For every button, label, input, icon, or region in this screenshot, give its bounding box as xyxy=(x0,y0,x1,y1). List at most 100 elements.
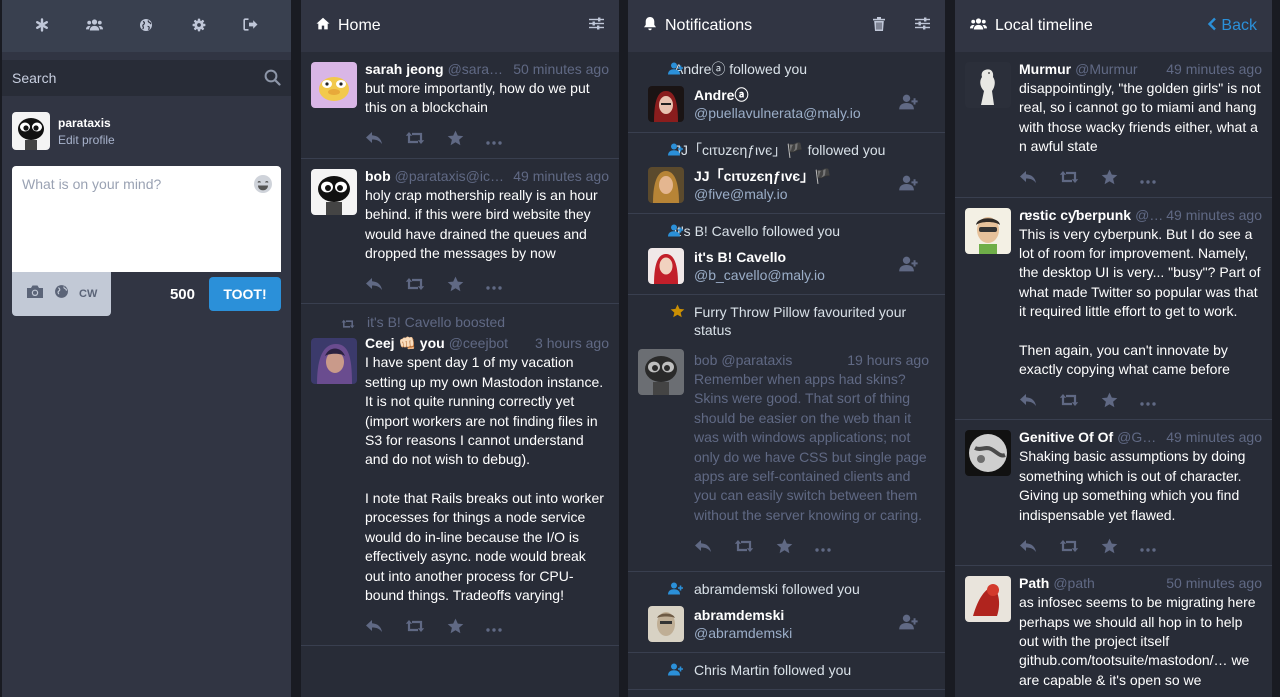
status-item[interactable]: Path @path 50 minutes ago as infosec see… xyxy=(955,566,1272,697)
favourite-icon[interactable] xyxy=(447,130,464,151)
users-icon[interactable] xyxy=(82,18,106,35)
status-item[interactable]: ɾɐstic cƴberpunk @c… 49 minutes ago This… xyxy=(955,198,1272,421)
more-icon[interactable] xyxy=(1140,539,1156,557)
status-item[interactable]: bob @parataxis@ico… 49 minutes ago holy … xyxy=(301,159,619,305)
notification-text[interactable]: Andreⓐ followed you xyxy=(674,61,807,77)
favourite-icon[interactable] xyxy=(776,538,793,559)
more-icon[interactable] xyxy=(1140,393,1156,411)
avatar[interactable] xyxy=(965,430,1011,477)
more-icon[interactable] xyxy=(1140,171,1156,189)
content-warning-toggle[interactable]: CW xyxy=(79,288,97,300)
status-item[interactable]: Ceej 👊🏻 you @ceejbot 3 hours ago I have … xyxy=(301,330,619,647)
avatar[interactable] xyxy=(638,349,684,395)
notification-text[interactable]: it's B! Cavello followed you xyxy=(674,223,840,239)
avatar[interactable] xyxy=(311,338,357,385)
toot-button[interactable]: TOOT! xyxy=(209,277,281,311)
status-item[interactable]: Genitive Of Of @Ge… 49 minutes ago Shaki… xyxy=(955,420,1272,567)
boost-icon[interactable] xyxy=(1059,393,1079,412)
status-timestamp[interactable]: 49 minutes ago xyxy=(513,167,609,185)
reply-icon[interactable] xyxy=(365,277,383,296)
compose-textarea[interactable] xyxy=(12,166,281,272)
status-timestamp[interactable]: 50 minutes ago xyxy=(513,60,609,78)
boost-icon[interactable] xyxy=(734,539,754,558)
account-display-name[interactable]: abramdemski xyxy=(694,606,792,624)
reply-icon[interactable] xyxy=(694,539,712,558)
avatar[interactable] xyxy=(311,62,357,108)
status-handle[interactable]: @Murmur xyxy=(1075,60,1162,78)
camera-icon[interactable] xyxy=(26,284,44,304)
reply-icon[interactable] xyxy=(1019,393,1037,412)
status-handle[interactable]: @sarah… xyxy=(448,60,510,78)
emoji-picker-icon[interactable] xyxy=(253,174,273,199)
status-display-name[interactable]: bob xyxy=(694,351,717,369)
account-handle[interactable]: @five@maly.io xyxy=(694,186,788,202)
reply-icon[interactable] xyxy=(1019,170,1037,189)
reply-icon[interactable] xyxy=(365,619,383,638)
back-button[interactable]: Back xyxy=(1207,17,1257,36)
avatar[interactable] xyxy=(648,248,684,284)
favourite-icon[interactable] xyxy=(1101,169,1118,190)
notification-follow[interactable]: abramdemski followed you abramdemski @ab… xyxy=(628,572,945,654)
follow-user-plus-icon[interactable] xyxy=(899,256,919,277)
account-card[interactable]: JJ「cιτυzєηƒιvє」🏴 @five@maly.io xyxy=(638,167,935,203)
account-display-name[interactable]: it's B! Cavello xyxy=(694,248,825,266)
notification-text[interactable]: JJ「cιτυzєηƒιvє」🏴 followed you xyxy=(674,142,885,158)
more-icon[interactable] xyxy=(486,277,502,295)
follow-user-plus-icon[interactable] xyxy=(899,94,919,115)
asterisk-icon[interactable] xyxy=(30,17,54,35)
more-icon[interactable] xyxy=(486,619,502,637)
more-icon[interactable] xyxy=(815,539,831,557)
status-timestamp[interactable]: 3 hours ago xyxy=(535,334,609,352)
status-item[interactable]: Murmur @Murmur 49 minutes ago disappoint… xyxy=(955,52,1272,198)
account-display-name[interactable]: Andreⓐ xyxy=(694,86,861,104)
status-display-name[interactable]: sarah jeong xyxy=(365,60,444,78)
notification-text[interactable]: abramdemski followed you xyxy=(694,581,860,597)
sign-out-icon[interactable] xyxy=(239,18,263,34)
account-handle[interactable]: @puellavulnerata@maly.io xyxy=(694,105,861,121)
boosted-by-label[interactable]: it's B! Cavello boosted xyxy=(367,314,505,330)
status-timestamp[interactable]: 49 minutes ago xyxy=(1166,206,1262,224)
follow-user-plus-icon[interactable] xyxy=(899,175,919,196)
status-timestamp[interactable]: 19 hours ago xyxy=(847,351,929,369)
boost-icon[interactable] xyxy=(405,277,425,296)
status-timestamp[interactable]: 49 minutes ago xyxy=(1166,428,1262,446)
status-handle[interactable]: @ceejbot xyxy=(449,334,531,352)
globe-icon[interactable] xyxy=(134,18,158,35)
avatar[interactable] xyxy=(965,62,1011,108)
favourited-status[interactable]: bob @parataxis 19 hours ago Remember whe… xyxy=(638,339,935,557)
avatar[interactable] xyxy=(965,576,1011,623)
status-display-name[interactable]: Ceej 👊🏻 you xyxy=(365,334,445,352)
trash-icon[interactable] xyxy=(873,16,885,36)
more-icon[interactable] xyxy=(486,132,502,150)
account-handle[interactable]: @b_cavello@maly.io xyxy=(694,267,825,283)
notification-follow[interactable]: it's B! Cavello followed you it's B! Cav… xyxy=(628,214,945,295)
edit-profile-link[interactable]: Edit profile xyxy=(58,133,115,147)
status-handle[interactable]: @parataxis@ico… xyxy=(395,167,510,185)
column-settings-icon[interactable] xyxy=(915,17,930,35)
status-display-name[interactable]: bob xyxy=(365,167,391,185)
favourite-icon[interactable] xyxy=(447,276,464,297)
notification-follow[interactable]: JJ「cιτυzєηƒιvє」🏴 followed you JJ「cιτυzєη… xyxy=(628,133,945,214)
avatar[interactable] xyxy=(311,168,357,215)
back-label[interactable]: Back xyxy=(1221,17,1257,35)
avatar[interactable] xyxy=(648,606,684,643)
notification-follow[interactable]: Chris Martin followed you xyxy=(628,653,945,691)
account-display-name[interactable]: JJ「cιτυzєηƒιvє」🏴 xyxy=(694,167,832,185)
notification-favourite[interactable]: Furry Throw Pillow favourited your statu… xyxy=(628,295,945,573)
status-handle[interactable]: @path xyxy=(1053,574,1162,592)
boost-icon[interactable] xyxy=(405,619,425,638)
status-handle[interactable]: @parataxis xyxy=(721,351,843,369)
status-timestamp[interactable]: 49 minutes ago xyxy=(1166,60,1262,78)
boost-icon[interactable] xyxy=(1059,539,1079,558)
favourite-icon[interactable] xyxy=(1101,538,1118,559)
notification-text[interactable]: Furry Throw Pillow favourited your statu… xyxy=(694,304,906,338)
account-handle[interactable]: @abramdemski xyxy=(694,625,792,641)
column-title[interactable]: Home xyxy=(338,17,381,35)
status-display-name[interactable]: ɾɐstic cƴberpunk xyxy=(1019,206,1131,224)
notification-text[interactable]: Chris Martin followed you xyxy=(694,662,851,678)
status-timestamp[interactable]: 50 minutes ago xyxy=(1166,574,1262,592)
boost-icon[interactable] xyxy=(405,131,425,150)
column-title[interactable]: Notifications xyxy=(665,17,752,35)
status-display-name[interactable]: Genitive Of Of xyxy=(1019,428,1113,446)
notification-follow[interactable]: Andreⓐ followed you Andreⓐ @puellavulner… xyxy=(628,52,945,133)
